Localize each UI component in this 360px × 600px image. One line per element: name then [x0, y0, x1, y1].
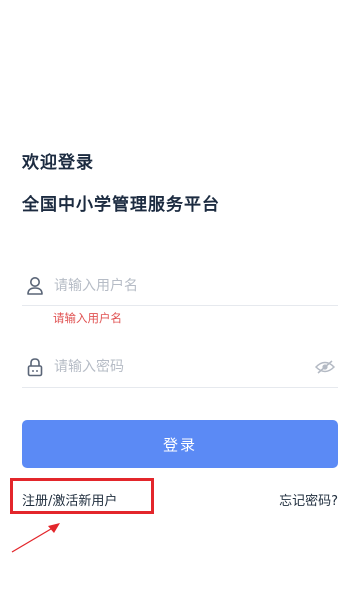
password-input[interactable] [54, 351, 294, 382]
username-field[interactable] [22, 266, 338, 306]
forgot-password-link[interactable]: 忘记密码? [279, 490, 338, 509]
lock-icon [24, 356, 46, 378]
login-button[interactable]: 登录 [22, 420, 338, 468]
register-activate-link[interactable]: 注册/激活新用户 [22, 490, 117, 509]
welcome-title: 欢迎登录 [22, 153, 94, 173]
user-icon [24, 275, 46, 297]
login-page: 欢迎登录 全国中小学管理服务平台 请输入用户名 请输入用户名 登录 注册/激活新… [0, 0, 360, 600]
password-field[interactable] [22, 346, 338, 388]
platform-title: 全国中小学管理服务平台 [22, 195, 220, 215]
arrow-icon [8, 520, 68, 560]
username-error-text: 请输入用户名 [53, 311, 122, 325]
eye-hidden-icon[interactable] [314, 356, 336, 378]
username-input[interactable] [54, 270, 294, 301]
